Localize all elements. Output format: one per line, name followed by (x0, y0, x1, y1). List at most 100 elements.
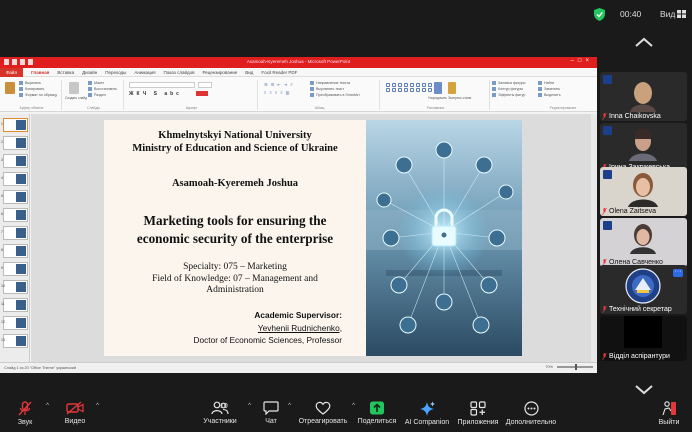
participants-options-caret[interactable]: ^ (248, 403, 251, 409)
font-color-icon[interactable] (196, 91, 208, 96)
slide-thumbnail[interactable]: 12 (1, 316, 28, 330)
chat-options-caret[interactable]: ^ (288, 403, 291, 409)
ministry-name: Ministry of Education and Science of Ukr… (132, 142, 338, 154)
participant-video (626, 78, 660, 112)
slide-thumbnail[interactable]: 4 (1, 172, 28, 186)
arrange-label[interactable]: Упорядочить (428, 95, 447, 101)
slide-thumbnails-pane: 1 2 3 4 5 6 7 8 9 10 11 12 13 (0, 114, 30, 362)
tab-animation[interactable]: Анимация (134, 70, 155, 75)
view-button[interactable]: Вид (660, 9, 675, 19)
cut-label: Вырезать (25, 81, 41, 85)
align-text-label: Выровнять текст (316, 87, 344, 91)
react-button[interactable]: Отреагировать ^ (298, 395, 355, 432)
tab-design[interactable]: Дизайн (82, 70, 97, 75)
heart-icon (315, 401, 331, 415)
grid-view-icon[interactable] (677, 10, 686, 18)
slide-thumbnail[interactable]: 13 (1, 334, 28, 348)
status-text: Слайд 1 из 20 "Office Theme" украинский (4, 366, 77, 370)
arrange-icon[interactable] (434, 82, 442, 94)
window-controls[interactable]: –□× (571, 58, 593, 64)
font-name-select[interactable] (129, 82, 195, 88)
field-line-2: Administration (206, 285, 264, 295)
slides-group: Создать слайд Макет Восстановить Раздел … (64, 80, 124, 110)
tab-view[interactable]: Вид (245, 70, 253, 75)
zoom-slider[interactable] (557, 364, 593, 370)
tab-transitions[interactable]: Переходы (105, 70, 126, 75)
more-button[interactable]: Дополнительно (504, 395, 558, 432)
shield-icon[interactable] (594, 8, 605, 21)
audio-options-caret[interactable]: ^ (46, 403, 49, 409)
react-label: Отреагировать (298, 418, 348, 425)
quick-styles-label[interactable]: Экспресс-стили (448, 95, 471, 101)
tab-insert[interactable]: Вставка (57, 70, 74, 75)
format-painter-button[interactable]: Формат по образцу (19, 92, 57, 98)
align-buttons[interactable]: ≡ ≡ ≡ ≡ ▥ (264, 90, 291, 95)
slide-thumbnail[interactable]: 5 (1, 190, 28, 204)
participant-name: Olena Zaitseva (609, 208, 657, 215)
vertical-scrollbar[interactable] (591, 114, 597, 362)
slide-thumbnail[interactable]: 2 (1, 136, 28, 150)
tab-file[interactable]: Файл (0, 67, 24, 77)
participant-tile[interactable]: Відділ аспірантури (600, 316, 687, 361)
slide-thumbnail[interactable]: 6 (1, 208, 28, 222)
drawing-group-label: Рисование (426, 106, 445, 110)
presentation-title: Marketing tools for ensuring the economi… (104, 212, 366, 247)
participant-label: Olena Zaitseva (602, 208, 656, 215)
participant-tile[interactable]: Olena Zaitseva (600, 167, 687, 216)
zoom-top-bar: 00:40 Вид (0, 0, 692, 28)
shapes-gallery[interactable] (386, 83, 439, 92)
font-size-select[interactable] (198, 82, 212, 88)
tab-slideshow[interactable]: Показ слайдов (164, 70, 195, 75)
university-logo (603, 126, 612, 135)
font-format-buttons[interactable]: ЖКЧ S abc (129, 91, 182, 97)
new-slide-icon[interactable] (69, 82, 79, 94)
quick-styles-icon[interactable] (448, 82, 456, 94)
ppt-status-bar: Слайд 1 из 20 "Office Theme" украинский … (0, 362, 597, 373)
field-line-1: Field of Knowledge: 07 – Management and (152, 273, 318, 284)
participant-tile[interactable]: ··· Технічний секретар (600, 265, 687, 314)
tab-review[interactable]: Рецензирование (202, 70, 237, 75)
participant-tile[interactable]: Олена Савченко (600, 218, 687, 267)
mic-muted-icon (602, 208, 607, 215)
list-buttons[interactable]: ☰ ☰ ⇤ ⇥ ≡ (264, 82, 294, 87)
title-line-1: Marketing tools for ensuring the (143, 213, 327, 228)
ribbon: Вырезать Копировать Формат по образцу Бу… (0, 77, 597, 112)
university-logo (603, 221, 612, 230)
smartart-button[interactable]: Преобразовать в SmartArt (310, 92, 360, 98)
participant-tile[interactable]: Ірина Закржевська (600, 123, 687, 172)
shape-fill-label: Заливка фигуры (498, 81, 526, 85)
apps-label: Приложения (457, 419, 499, 426)
shape-outline-label: Контур фигуры (498, 87, 524, 91)
share-button[interactable]: Поделиться (356, 395, 398, 432)
new-slide-label[interactable]: Создать слайд (64, 95, 88, 101)
leave-button[interactable]: Выйти (654, 395, 684, 432)
slide-thumbnail[interactable]: 3 (1, 154, 28, 168)
section-button[interactable]: Раздел (88, 92, 117, 98)
slide-thumbnail[interactable]: 8 (1, 244, 28, 258)
participants-button[interactable]: 10 Участники ^ (196, 395, 251, 432)
slide-thumbnail[interactable]: 9 (1, 262, 28, 276)
select-button[interactable]: Выделить (538, 92, 588, 98)
video-options-caret[interactable]: ^ (96, 403, 99, 409)
slides-group-label: Слайды (86, 106, 101, 110)
audio-button[interactable]: Звук ^ (8, 395, 49, 432)
react-options-caret[interactable]: ^ (352, 403, 355, 409)
audio-label: Звук (17, 419, 33, 426)
video-button[interactable]: Видео ^ (58, 395, 99, 432)
slide-thumbnail[interactable]: 1 (1, 118, 28, 132)
tab-home[interactable]: Главная (31, 70, 49, 75)
slide-thumbnail[interactable]: 11 (1, 298, 28, 312)
clipboard-group-label: Буфер обмена (19, 106, 44, 110)
tab-foxit[interactable]: Foxit Reader PDF (261, 70, 297, 75)
more-options-button[interactable]: ··· (673, 268, 683, 277)
paste-icon[interactable] (5, 82, 15, 94)
ai-companion-button[interactable]: AI Companion (404, 395, 450, 432)
participant-tile[interactable]: Inna Chaikovska (600, 72, 687, 121)
chevron-up-icon[interactable] (634, 36, 654, 48)
apps-button[interactable]: Приложения (456, 395, 500, 432)
shape-effects-button[interactable]: Эффекты фигур (492, 92, 536, 98)
chat-button[interactable]: Чат ^ (258, 395, 291, 432)
slide-thumbnail[interactable]: 7 (1, 226, 28, 240)
title-slide: Khmelnytskyi National University Ministr… (104, 120, 522, 356)
slide-thumbnail[interactable]: 10 (1, 280, 28, 294)
